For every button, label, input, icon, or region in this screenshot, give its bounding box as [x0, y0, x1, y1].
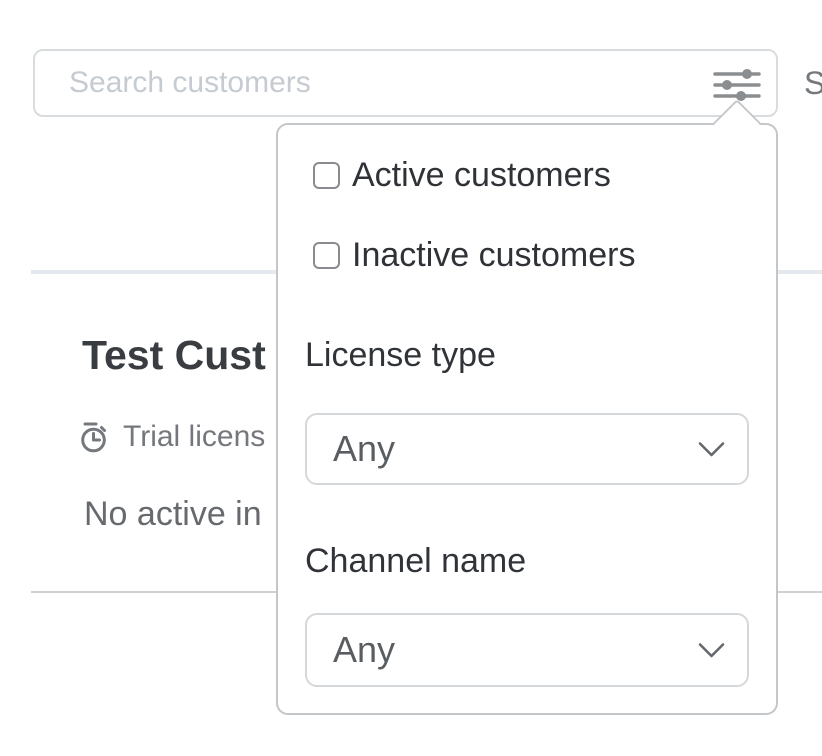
- inactive-customers-row[interactable]: Inactive customers: [305, 241, 749, 269]
- channel-name-value: Any: [333, 629, 395, 671]
- timer-icon: [80, 421, 110, 454]
- search-bar: [33, 49, 778, 117]
- customer-title: Test Cust: [82, 331, 266, 379]
- license-badge-label: Trial licens: [123, 420, 265, 454]
- customer-status-text: No active in: [84, 495, 262, 534]
- license-type-label: License type: [305, 337, 749, 373]
- inactive-customers-label: Inactive customers: [352, 236, 635, 275]
- truncated-control-right[interactable]: S: [804, 49, 822, 117]
- channel-name-select[interactable]: Any: [305, 613, 749, 687]
- customers-page: S Test Cust Trial licens No active in Ac…: [0, 0, 822, 756]
- filter-button[interactable]: [712, 67, 762, 103]
- license-type-value: Any: [333, 428, 395, 470]
- license-badge: Trial licens: [80, 420, 265, 454]
- channel-name-label: Channel name: [305, 543, 749, 579]
- filter-dropdown-panel: Active customers Inactive customers Lice…: [276, 123, 778, 715]
- chevron-down-icon: [698, 642, 725, 659]
- license-type-select[interactable]: Any: [305, 413, 749, 485]
- sliders-icon: [713, 69, 761, 101]
- chevron-down-icon: [698, 441, 725, 458]
- active-customers-checkbox[interactable]: [313, 162, 340, 189]
- inactive-customers-checkbox[interactable]: [313, 242, 340, 269]
- search-input[interactable]: [35, 51, 776, 115]
- active-customers-row[interactable]: Active customers: [305, 161, 749, 189]
- active-customers-label: Active customers: [352, 156, 611, 195]
